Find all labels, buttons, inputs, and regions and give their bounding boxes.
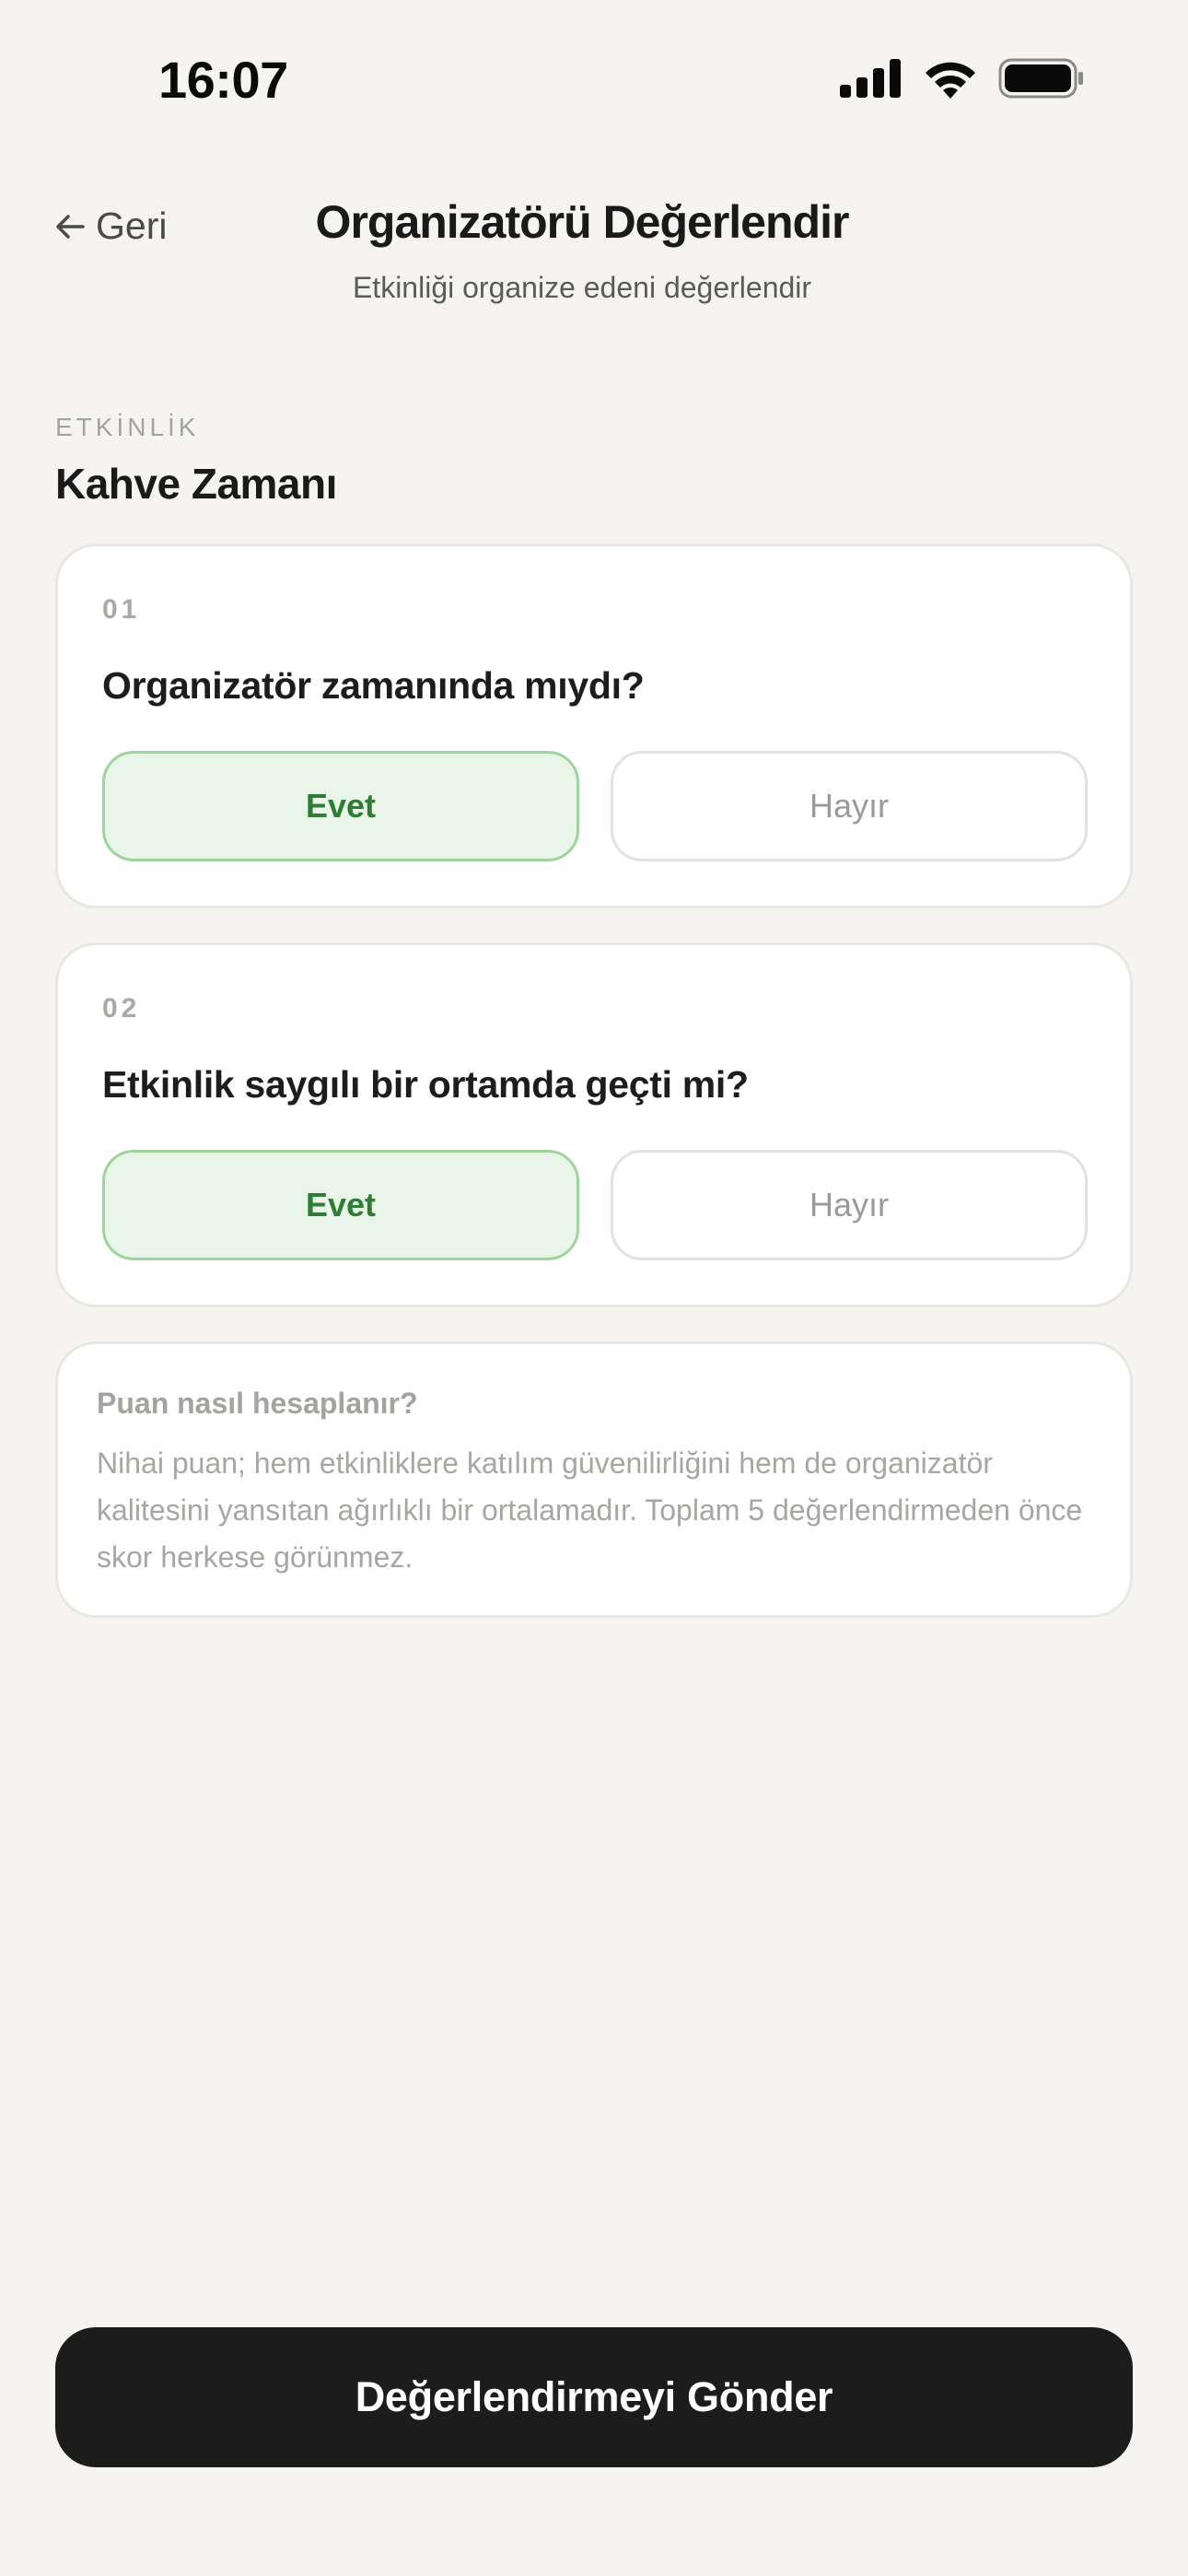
battery-icon xyxy=(998,58,1085,103)
rate-organizer-screen: 16:07 Geri Organizatörü Değerlendir Etki… xyxy=(0,0,1188,2576)
yes-button[interactable]: Evet xyxy=(102,1150,579,1260)
submit-button[interactable]: Değerlendirmeyi Gönder xyxy=(55,2327,1133,2467)
event-name: Kahve Zamanı xyxy=(55,460,337,508)
info-title: Puan nasıl hesaplanır? xyxy=(97,1387,418,1420)
status-time: 16:07 xyxy=(158,51,288,109)
arrow-left-icon xyxy=(55,214,85,240)
question-number: 02 xyxy=(102,993,141,1024)
no-button[interactable]: Hayır xyxy=(611,751,1088,861)
header: Organizatörü Değerlendir Etkinliği organ… xyxy=(276,195,888,305)
no-button[interactable]: Hayır xyxy=(611,1150,1088,1260)
wifi-icon xyxy=(923,58,978,103)
question-card: 01 Organizatör zamanında mıydı? Evet Hay… xyxy=(55,544,1133,908)
event-label: ETKİNLİK xyxy=(55,413,200,441)
yes-button[interactable]: Evet xyxy=(102,751,579,861)
question-text: Organizatör zamanında mıydı? xyxy=(102,664,645,707)
back-label: Geri xyxy=(96,205,168,247)
back-button[interactable]: Geri xyxy=(55,205,167,248)
score-info-card: Puan nasıl hesaplanır? Nihai puan; hem e… xyxy=(55,1341,1133,1618)
signal-icon xyxy=(840,58,903,102)
page-subtitle: Etkinliği organize edeni değerlendir xyxy=(352,271,812,304)
info-body: Nihai puan; hem etkinliklere katılım güv… xyxy=(97,1446,1083,1574)
question-number: 01 xyxy=(102,594,141,625)
page-title: Organizatörü Değerlendir xyxy=(315,196,850,248)
status-icons xyxy=(840,57,1085,103)
question-card: 02 Etkinlik saygılı bir ortamda geçti mi… xyxy=(55,943,1133,1307)
question-text: Etkinlik saygılı bir ortamda geçti mi? xyxy=(102,1063,749,1106)
